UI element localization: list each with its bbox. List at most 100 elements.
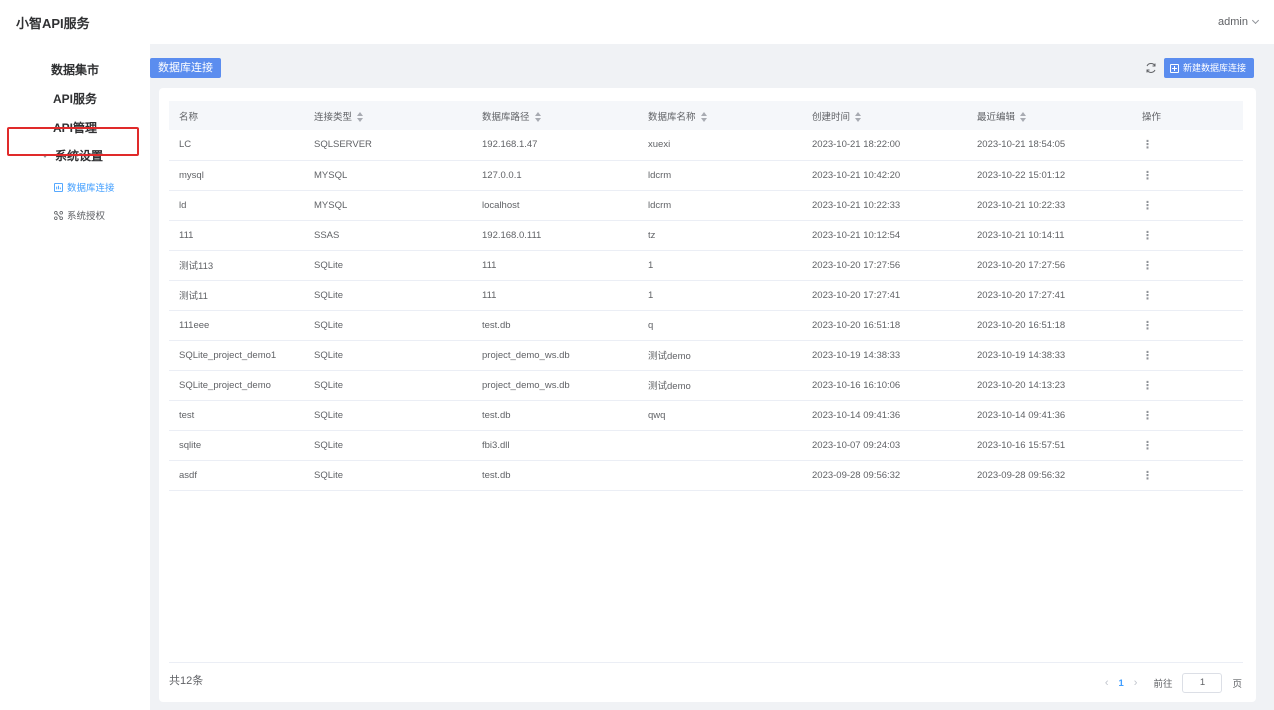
table-row[interactable]: SQLite_project_demo1 SQLite project_demo_w… bbox=[169, 340, 1243, 370]
column-header[interactable]: 数据库路径 bbox=[472, 101, 638, 130]
sort-icon[interactable] bbox=[855, 111, 862, 122]
table-row[interactable]: ld MYSQL localhost ldcrm 2023-10-21 10:22:33… bbox=[169, 190, 1243, 220]
table-cell bbox=[638, 460, 802, 490]
table-cell: 2023-10-19 14:38:33 bbox=[812, 349, 901, 361]
sidebar-item-label: 数据库连接 bbox=[67, 183, 115, 194]
table-row[interactable]: SQLite_project_demo SQLite project_demo_ws… bbox=[169, 370, 1243, 400]
sidebar-item-label: 系统授权 bbox=[67, 211, 106, 222]
table-cell: SQLite bbox=[314, 289, 344, 301]
page-title-tag: 数据库连接 bbox=[150, 58, 221, 78]
table-cell: test bbox=[179, 409, 195, 421]
user-menu[interactable]: admin bbox=[1218, 16, 1260, 28]
sort-icon[interactable] bbox=[700, 111, 708, 122]
more-actions-icon[interactable]: ⋮ bbox=[1142, 470, 1153, 482]
table-cell: 2023-10-07 09:24:03 bbox=[812, 439, 901, 451]
sidebar-item-api-service[interactable]: API服务 bbox=[0, 90, 150, 107]
sidebar-item-database-connection[interactable]: 数据库连接 bbox=[0, 180, 150, 194]
table-cell: 2023-10-21 18:22:00 bbox=[812, 139, 901, 151]
table-cell: 111 bbox=[482, 289, 497, 301]
table-cell: SQLite_project_demo1 bbox=[179, 349, 277, 361]
table-cell: 2023-10-16 15:57:51 bbox=[977, 439, 1066, 451]
prev-page-icon[interactable]: ‹ bbox=[1105, 677, 1109, 689]
column-header-label: 创建时间 bbox=[812, 111, 851, 123]
highlight-annotation bbox=[7, 127, 139, 156]
sidebar-item-system-authorization[interactable]: 系统授权 bbox=[0, 208, 150, 222]
table-cell: 2023-10-21 10:22:33 bbox=[812, 199, 901, 211]
more-actions-icon[interactable]: ⋮ bbox=[1142, 170, 1153, 182]
sort-icon[interactable] bbox=[534, 111, 542, 122]
page-number[interactable]: 1 bbox=[1119, 678, 1124, 689]
column-header-label: 数据库名称 bbox=[648, 111, 696, 123]
next-page-icon[interactable]: › bbox=[1134, 677, 1138, 689]
table-row[interactable]: 111 SSAS 192.168.0.111 tz 2023-10-21 10:12:5… bbox=[169, 220, 1243, 250]
column-header[interactable]: 最近编辑 bbox=[967, 101, 1132, 130]
table-cell: asdf bbox=[179, 469, 197, 481]
column-header-label: 连接类型 bbox=[314, 111, 353, 123]
new-database-connection-button[interactable]: 新建数据库连接 bbox=[1164, 58, 1255, 78]
connections-table: 名称 连接类型 数据库路径 数据库名称 创建时间 最近编辑 操作 LC SQLSERVER 19… bbox=[169, 101, 1243, 491]
table-cell bbox=[638, 430, 802, 460]
table-cell: fbi3.dll bbox=[482, 439, 510, 451]
table-row[interactable]: 测试113 SQLite 111 1 2023-10-20 17:27:56 2023-1… bbox=[169, 250, 1243, 280]
more-actions-icon[interactable]: ⋮ bbox=[1142, 139, 1153, 151]
row-actions-cell: ⋮ bbox=[1132, 280, 1243, 310]
table-cell: test.db bbox=[482, 409, 511, 421]
table-cell: MYSQL bbox=[314, 199, 348, 211]
more-actions-icon[interactable]: ⋮ bbox=[1142, 440, 1153, 452]
column-header-label: 数据库路径 bbox=[482, 111, 530, 123]
table-cell: 2023-10-22 15:01:12 bbox=[977, 169, 1066, 181]
table-cell: 192.168.0.111 bbox=[482, 229, 542, 241]
more-actions-icon[interactable]: ⋮ bbox=[1142, 350, 1153, 362]
page-suffix: 页 bbox=[1232, 679, 1242, 690]
table-cell: 2023-10-14 09:41:36 bbox=[977, 409, 1066, 421]
refresh-icon[interactable] bbox=[1144, 61, 1158, 75]
table-cell: xuexi bbox=[648, 139, 671, 151]
table-row[interactable]: test SQLite test.db qwq 2023-10-14 09:41:36 2… bbox=[169, 400, 1243, 430]
table-row[interactable]: LC SQLSERVER 192.168.1.47 xuexi 2023-10-21 1… bbox=[169, 130, 1243, 160]
table-row[interactable]: 111eee SQLite test.db q 2023-10-20 16:51:18 2… bbox=[169, 310, 1243, 340]
table-row[interactable]: sqlite SQLite fbi3.dll 2023-10-07 09:24:03 2… bbox=[169, 430, 1243, 460]
table-cell: 2023-10-20 14:13:23 bbox=[977, 379, 1066, 391]
sort-icon[interactable] bbox=[357, 111, 364, 122]
more-actions-icon[interactable]: ⋮ bbox=[1142, 320, 1153, 332]
table-cell: LC bbox=[179, 139, 192, 151]
table-cell: qwq bbox=[648, 409, 666, 421]
table-cell: 1 bbox=[648, 259, 654, 271]
table-cell: 2023-09-28 09:56:32 bbox=[812, 469, 901, 481]
table-cell: 测试demo bbox=[648, 351, 691, 362]
new-button-label: 新建数据库连接 bbox=[1183, 63, 1247, 73]
table-cell: 2023-10-20 17:27:56 bbox=[977, 259, 1066, 271]
column-header[interactable]: 连接类型 bbox=[304, 101, 472, 130]
goto-page-input[interactable]: 1 bbox=[1182, 673, 1223, 693]
more-actions-icon[interactable]: ⋮ bbox=[1142, 290, 1153, 302]
table-cell: 192.168.1.47 bbox=[482, 139, 538, 151]
table-row[interactable]: asdf SQLite test.db 2023-09-28 09:56:32 2023… bbox=[169, 460, 1243, 490]
sort-icon[interactable] bbox=[1020, 111, 1027, 122]
more-actions-icon[interactable]: ⋮ bbox=[1142, 200, 1153, 212]
row-actions-cell: ⋮ bbox=[1132, 460, 1243, 490]
table-cell: 2023-10-21 10:12:54 bbox=[812, 229, 901, 241]
column-header[interactable]: 名称 bbox=[169, 101, 304, 130]
column-header[interactable]: 数据库名称 bbox=[638, 101, 802, 130]
table-cell: 2023-10-21 10:14:11 bbox=[977, 229, 1065, 241]
column-header[interactable]: 创建时间 bbox=[802, 101, 967, 130]
table-row[interactable]: mysql MYSQL 127.0.0.1 ldcrm 2023-10-21 10:42… bbox=[169, 160, 1243, 190]
table-cell: 127.0.0.1 bbox=[482, 169, 522, 181]
app-title: 小智API服务 bbox=[16, 15, 90, 31]
table-row[interactable]: 测试11 SQLite 111 1 2023-10-20 17:27:41 2023-10… bbox=[169, 280, 1243, 310]
table-cell: mysql bbox=[179, 169, 204, 181]
table-cell: 2023-09-28 09:56:32 bbox=[977, 469, 1066, 481]
row-actions-cell: ⋮ bbox=[1132, 190, 1243, 220]
table-cell: SQLite bbox=[314, 319, 344, 331]
table-cell: localhost bbox=[482, 199, 520, 211]
sidebar-item-data-market[interactable]: 数据集市 bbox=[0, 61, 150, 78]
more-actions-icon[interactable]: ⋮ bbox=[1142, 410, 1153, 422]
more-actions-icon[interactable]: ⋮ bbox=[1142, 230, 1153, 242]
table-cell: 2023-10-14 09:41:36 bbox=[812, 409, 901, 421]
more-actions-icon[interactable]: ⋮ bbox=[1142, 260, 1153, 272]
total-count: 共12条 bbox=[169, 675, 204, 687]
top-bar: 小智API服务 admin bbox=[0, 0, 1274, 44]
column-header-label: 最近编辑 bbox=[977, 111, 1016, 123]
table-header-row: 名称 连接类型 数据库路径 数据库名称 创建时间 最近编辑 操作 bbox=[169, 101, 1243, 130]
more-actions-icon[interactable]: ⋮ bbox=[1142, 380, 1153, 392]
